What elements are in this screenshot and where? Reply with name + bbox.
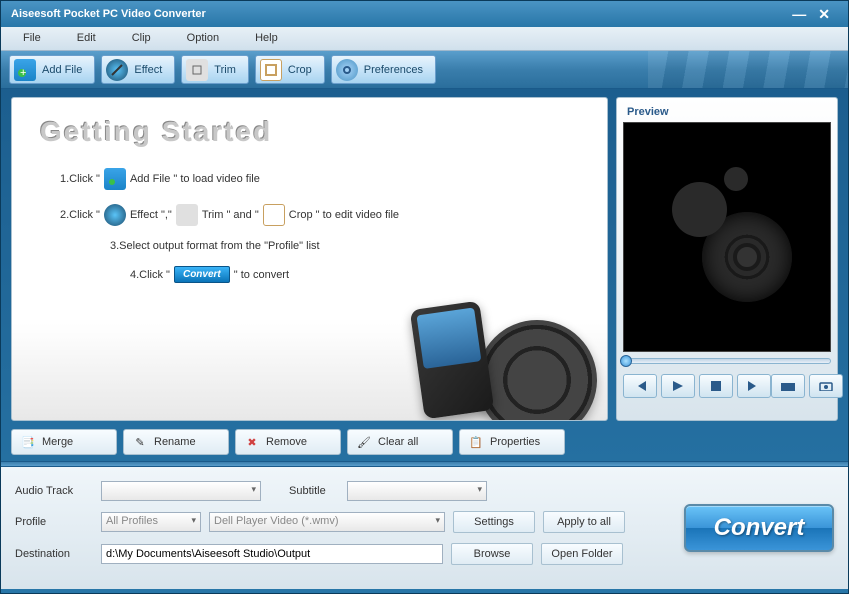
apply-to-all-button[interactable]: Apply to all <box>543 511 625 533</box>
add-file-icon: + <box>14 59 36 81</box>
effect-button[interactable]: Effect <box>101 55 175 84</box>
step-4: 4.Click " Convert " to convert <box>130 266 579 283</box>
crop-button[interactable]: Crop <box>255 55 325 84</box>
preferences-label: Preferences <box>364 64 423 76</box>
properties-button[interactable]: 📋 Properties <box>459 429 565 455</box>
snapshot-button[interactable] <box>809 374 843 398</box>
preview-label: Preview <box>623 104 831 122</box>
close-button[interactable]: ✕ <box>818 6 830 23</box>
add-file-icon <box>104 168 126 190</box>
next-button[interactable] <box>737 374 771 398</box>
stop-button[interactable] <box>699 374 733 398</box>
menu-help[interactable]: Help <box>237 27 296 50</box>
menu-option[interactable]: Option <box>169 27 237 50</box>
seek-slider[interactable] <box>623 358 831 364</box>
effect-icon <box>106 59 128 81</box>
profile-select[interactable]: Dell Player Video (*.wmv) <box>209 512 445 532</box>
settings-button[interactable]: Settings <box>453 511 535 533</box>
folder-button[interactable] <box>771 374 805 398</box>
getting-started-panel: Getting Started 1.Click " Add File " to … <box>11 97 608 421</box>
add-file-button[interactable]: + Add File <box>9 55 95 84</box>
crop-icon <box>260 59 282 81</box>
remove-button[interactable]: ✖ Remove <box>235 429 341 455</box>
audio-track-select[interactable] <box>101 481 261 501</box>
profile-label: Profile <box>15 516 93 528</box>
step-1: 1.Click " Add File " to load video file <box>60 168 579 190</box>
destination-input[interactable] <box>101 544 443 564</box>
subtitle-select[interactable] <box>347 481 487 501</box>
clear-all-button[interactable]: 🖌 Clear all <box>347 429 453 455</box>
convert-chip: Convert <box>174 266 230 283</box>
trim-icon <box>176 204 198 226</box>
destination-label: Destination <box>15 548 93 560</box>
subtitle-label: Subtitle <box>289 485 339 497</box>
menu-edit[interactable]: Edit <box>59 27 114 50</box>
step-2: 2.Click " Effect "," Trim " and " Crop "… <box>60 204 579 226</box>
settings-area: Audio Track Subtitle Profile All Profile… <box>1 467 848 589</box>
open-folder-button[interactable]: Open Folder <box>541 543 623 565</box>
minimize-button[interactable]: — <box>792 6 806 23</box>
effect-label: Effect <box>134 64 162 76</box>
prev-button[interactable] <box>623 374 657 398</box>
properties-icon: 📋 <box>468 434 484 450</box>
preferences-button[interactable]: Preferences <box>331 55 436 84</box>
crop-icon <box>263 204 285 226</box>
preview-panel: Preview <box>616 97 838 421</box>
browse-button[interactable]: Browse <box>451 543 533 565</box>
trim-label: Trim <box>214 64 236 76</box>
svg-text:+: + <box>20 67 26 77</box>
effect-icon <box>104 204 126 226</box>
step-3: 3.Select output format from the "Profile… <box>110 240 579 252</box>
toolbar: + Add File Effect Trim Crop Pre <box>1 51 848 89</box>
getting-started-heading: Getting Started <box>40 116 579 148</box>
merge-button[interactable]: 📑 Merge <box>11 429 117 455</box>
decorative-image <box>417 290 597 420</box>
gear-icon <box>336 59 358 81</box>
logo-icon <box>652 162 802 312</box>
trim-icon <box>186 59 208 81</box>
rename-button[interactable]: ✎ Rename <box>123 429 229 455</box>
menubar: File Edit Clip Option Help <box>1 27 848 51</box>
action-row: 📑 Merge ✎ Rename ✖ Remove 🖌 Clear all 📋 … <box>1 429 848 461</box>
play-button[interactable] <box>661 374 695 398</box>
crop-label: Crop <box>288 64 312 76</box>
rename-icon: ✎ <box>132 434 148 450</box>
audio-track-label: Audio Track <box>15 485 93 497</box>
merge-icon: 📑 <box>20 434 36 450</box>
convert-button[interactable]: Convert <box>684 504 834 552</box>
app-window: Aiseesoft Pocket PC Video Converter — ✕ … <box>0 0 849 594</box>
menu-clip[interactable]: Clip <box>114 27 169 50</box>
remove-icon: ✖ <box>244 434 260 450</box>
add-file-label: Add File <box>42 64 82 76</box>
menu-file[interactable]: File <box>5 27 59 50</box>
trim-button[interactable]: Trim <box>181 55 249 84</box>
titlebar: Aiseesoft Pocket PC Video Converter — ✕ <box>1 1 848 27</box>
profile-category-select[interactable]: All Profiles <box>101 512 201 532</box>
clear-icon: 🖌 <box>356 434 372 450</box>
preview-screen <box>623 122 831 352</box>
slider-thumb[interactable] <box>620 355 632 367</box>
window-title: Aiseesoft Pocket PC Video Converter <box>11 8 206 20</box>
